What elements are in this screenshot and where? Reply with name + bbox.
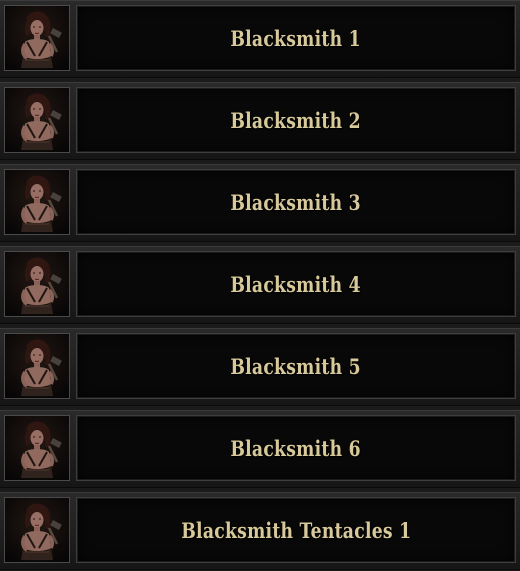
- blacksmith-portrait-icon: [4, 5, 70, 71]
- blacksmith-figure: [5, 252, 69, 316]
- skin-label-button[interactable]: Blacksmith 4: [76, 251, 516, 317]
- blacksmith-portrait-icon: [4, 169, 70, 235]
- blacksmith-figure: [5, 334, 69, 398]
- skin-row-4[interactable]: Blacksmith 4: [0, 246, 520, 324]
- skin-row-6[interactable]: Blacksmith 6: [0, 410, 520, 488]
- blacksmith-portrait-icon: [4, 415, 70, 481]
- skin-list: Blacksmith 1 Blacksmith 2 Blacksmith 3 B…: [0, 0, 520, 571]
- skin-label-button[interactable]: Blacksmith 1: [76, 5, 516, 71]
- skin-row-2[interactable]: Blacksmith 2: [0, 82, 520, 160]
- skin-label: Blacksmith 5: [230, 353, 362, 379]
- skin-label: Blacksmith 2: [230, 107, 362, 133]
- skin-label-button[interactable]: Blacksmith 2: [76, 87, 516, 153]
- blacksmith-figure: [5, 6, 69, 70]
- skin-label: Blacksmith 3: [230, 189, 362, 215]
- skin-label-button[interactable]: Blacksmith 5: [76, 333, 516, 399]
- skin-label: Blacksmith 4: [230, 271, 362, 297]
- skin-row-3[interactable]: Blacksmith 3: [0, 164, 520, 242]
- skin-row-1[interactable]: Blacksmith 1: [0, 0, 520, 78]
- skin-label-button[interactable]: Blacksmith Tentacles 1: [76, 497, 516, 563]
- skin-row-7[interactable]: Blacksmith Tentacles 1: [0, 492, 520, 570]
- skin-label-button[interactable]: Blacksmith 6: [76, 415, 516, 481]
- blacksmith-portrait-icon: [4, 251, 70, 317]
- blacksmith-figure: [5, 170, 69, 234]
- blacksmith-figure: [5, 498, 69, 562]
- blacksmith-figure: [5, 416, 69, 480]
- skin-label: Blacksmith 1: [230, 25, 362, 51]
- skin-row-5[interactable]: Blacksmith 5: [0, 328, 520, 406]
- blacksmith-portrait-icon: [4, 87, 70, 153]
- blacksmith-portrait-icon: [4, 333, 70, 399]
- skin-label: Blacksmith 6: [230, 435, 362, 461]
- blacksmith-figure: [5, 88, 69, 152]
- skin-label: Blacksmith Tentacles 1: [180, 517, 412, 543]
- skin-label-button[interactable]: Blacksmith 3: [76, 169, 516, 235]
- blacksmith-portrait-icon: [4, 497, 70, 563]
